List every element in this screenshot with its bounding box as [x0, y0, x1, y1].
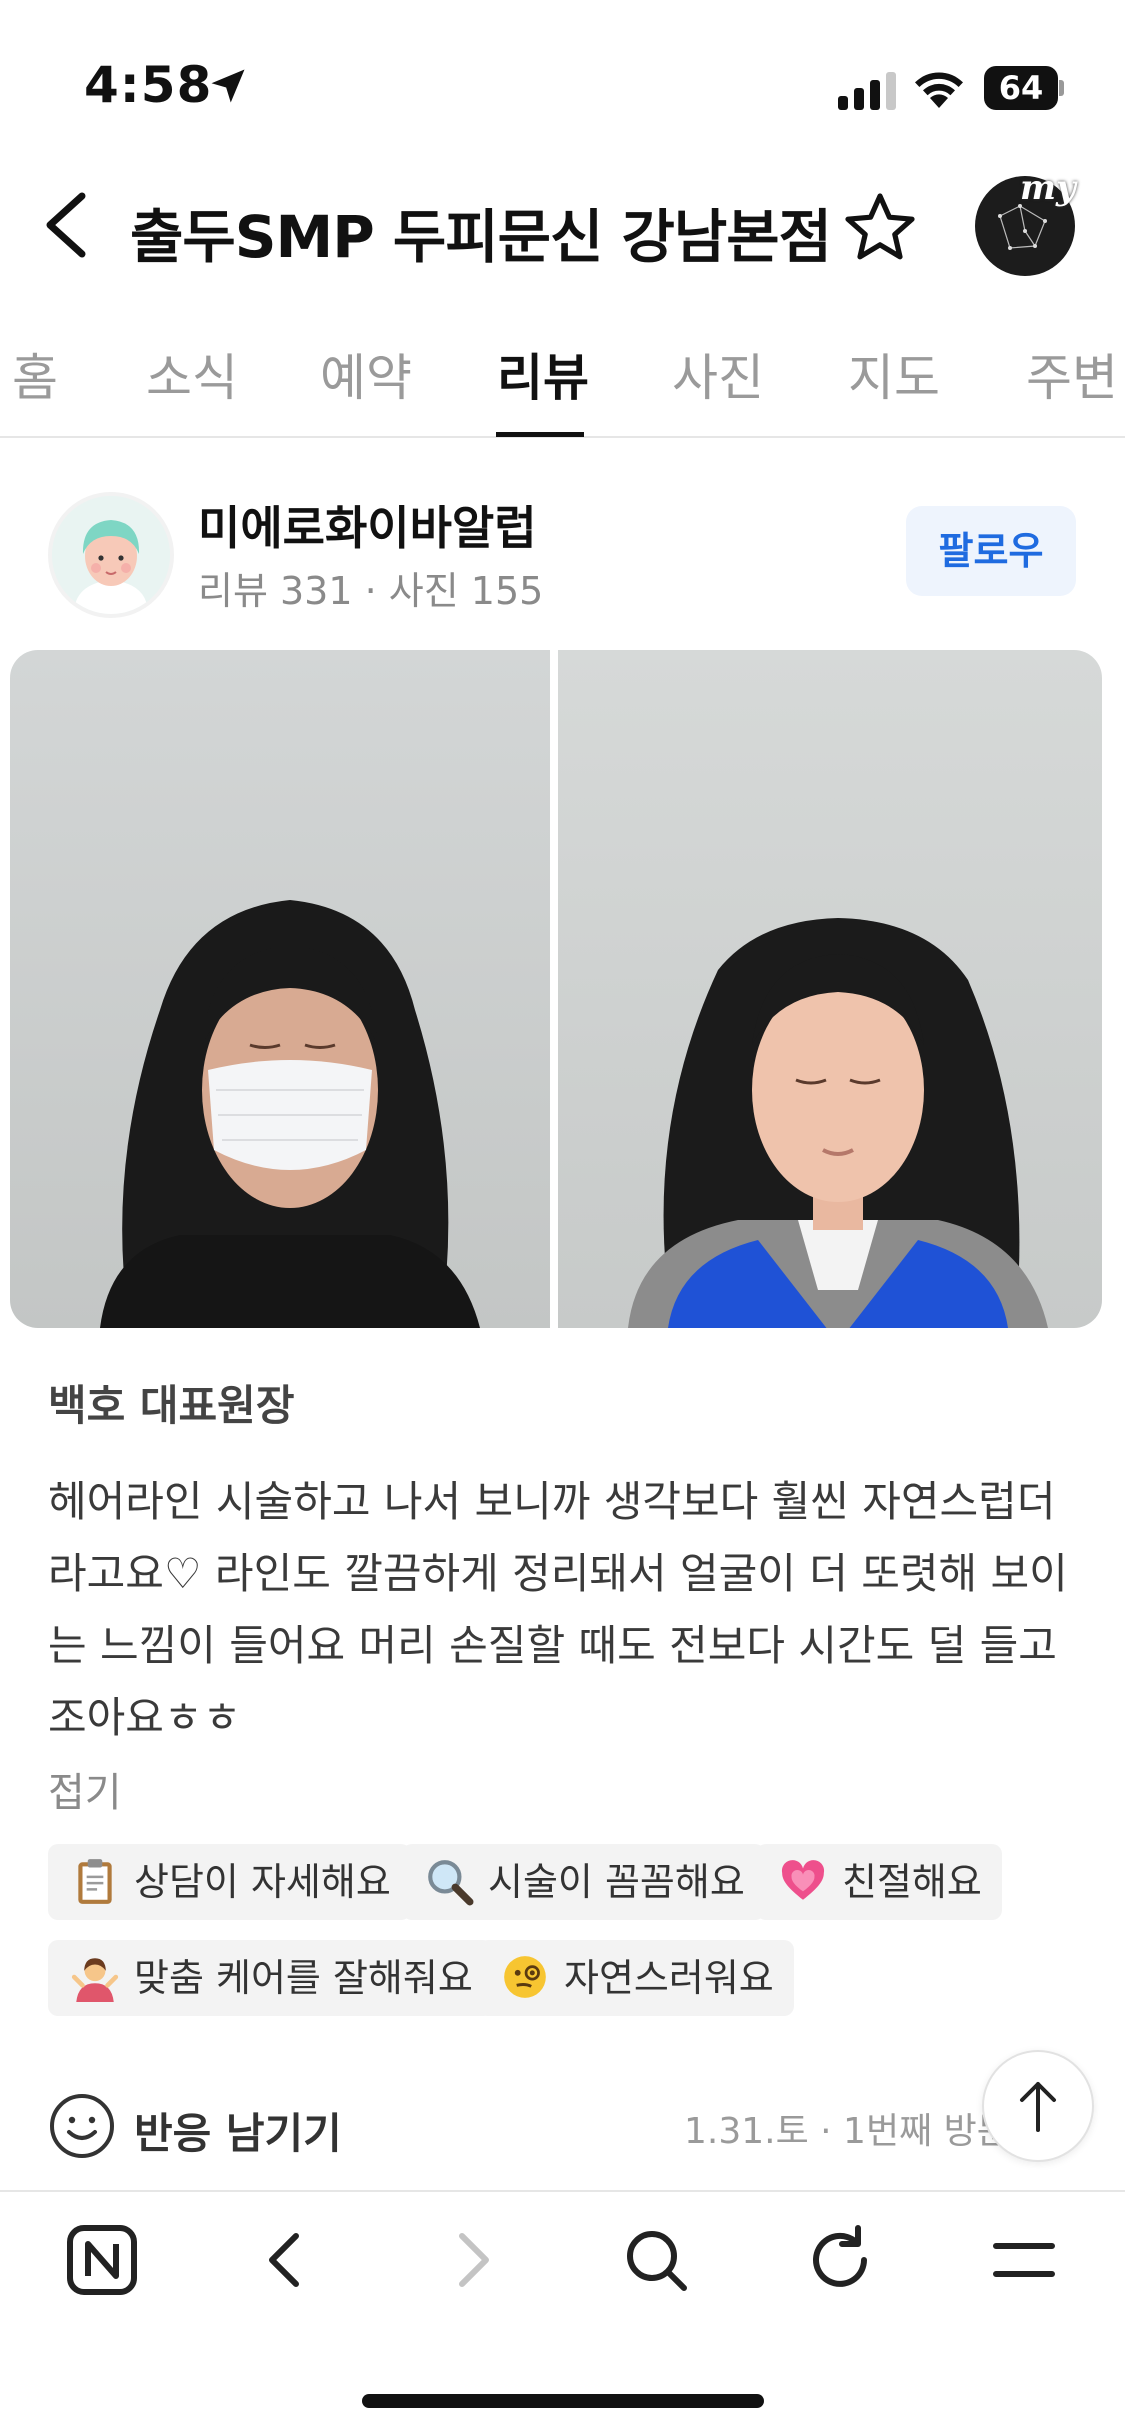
naver-home-icon[interactable]: [64, 2222, 140, 2298]
keyword-chip: 시술이 꼼꼼해요: [402, 1844, 765, 1920]
tab-map[interactable]: 지도: [848, 338, 940, 410]
reviewer-name[interactable]: 미에로화이바알럽: [198, 492, 537, 558]
keyword-chip: 자연스러워요: [478, 1940, 794, 2016]
cellular-signal-icon: [838, 72, 896, 110]
heart-icon: [781, 1859, 825, 1900]
status-bar: 4:58 64: [0, 0, 1125, 150]
keyword-label: 자연스러워요: [564, 1956, 774, 2000]
reviewer-stats: 리뷰 331 · 사진 155: [198, 569, 544, 613]
keyword-label: 맞춤 케어를 잘해줘요: [134, 1956, 473, 2000]
tab-nearby[interactable]: 주변: [1026, 338, 1118, 410]
review-photos: [10, 650, 1102, 1328]
review-photo-after[interactable]: [558, 650, 1102, 1328]
scroll-to-top-button[interactable]: [982, 2050, 1094, 2162]
status-time: 4:58: [84, 56, 213, 114]
battery-level: 64: [984, 66, 1058, 110]
person-gesture-icon: [71, 1957, 119, 2002]
home-indicator: [362, 2394, 764, 2408]
business-owner-name: 백호 대표원장: [48, 1381, 295, 1430]
avatar-illustration: [52, 496, 170, 614]
keyword-chip: 맞춤 케어를 잘해줘요: [48, 1940, 493, 2016]
monocle-face-icon: [504, 1955, 546, 1998]
keyword-label: 상담이 자세해요: [134, 1860, 391, 1904]
tab-reservation[interactable]: 예약: [320, 338, 412, 410]
menu-icon[interactable]: [986, 2222, 1062, 2298]
tab-news[interactable]: 소식: [146, 338, 238, 410]
active-tab-indicator: [496, 432, 584, 437]
refresh-icon[interactable]: [802, 2222, 878, 2298]
magnifier-icon: [428, 1859, 474, 1905]
wifi-icon: [915, 72, 963, 108]
keyword-label: 친절해요: [842, 1860, 982, 1904]
visit-info: 1.31.토 · 1번째 방문: [684, 2111, 1010, 2152]
keyword-chip: 상담이 자세해요: [48, 1844, 411, 1920]
keyword-chip: 친절해요: [756, 1844, 1002, 1920]
reviewer-avatar[interactable]: [48, 492, 174, 618]
my-label: my: [1020, 168, 1076, 208]
tab-home[interactable]: 홈: [12, 338, 58, 410]
follow-button[interactable]: 팔로우: [906, 506, 1076, 596]
clipboard-icon: [78, 1858, 112, 1904]
battery-cap: [1059, 80, 1064, 96]
smile-icon: [50, 2094, 114, 2158]
collapse-link[interactable]: 접기: [48, 1760, 122, 1818]
tab-bar: 홈 소식 예약 리뷰 사진 지도 주변: [0, 320, 1125, 438]
favorite-star-icon[interactable]: [840, 188, 920, 268]
location-arrow-icon: [211, 69, 245, 103]
battery-indicator: 64: [984, 66, 1064, 110]
tab-photos[interactable]: 사진: [672, 338, 764, 410]
review-text: 헤어라인 시술하고 나서 보니까 생각보다 훨씬 자연스럽더라고요♡ 라인도 깔…: [48, 1477, 1068, 1742]
browser-forward-icon: [459, 2233, 489, 2287]
browser-back-icon[interactable]: [248, 2222, 324, 2298]
search-icon[interactable]: [618, 2222, 694, 2298]
back-icon[interactable]: [40, 190, 90, 260]
reaction-label: 반응 남기기: [134, 2109, 342, 2158]
arrow-up-icon: [1020, 2082, 1056, 2132]
review-photo-before[interactable]: [10, 650, 550, 1328]
reviewer-row: 미에로화이바알럽 리뷰 331 · 사진 155 팔로우: [0, 480, 1125, 630]
place-title: 출두SMP 두피문신 강남본점: [130, 203, 832, 271]
keyword-label: 시술이 꼼꼼해요: [488, 1860, 745, 1904]
tab-reviews[interactable]: 리뷰: [497, 338, 589, 410]
place-header: 출두SMP 두피문신 강남본점 my: [0, 160, 1125, 290]
